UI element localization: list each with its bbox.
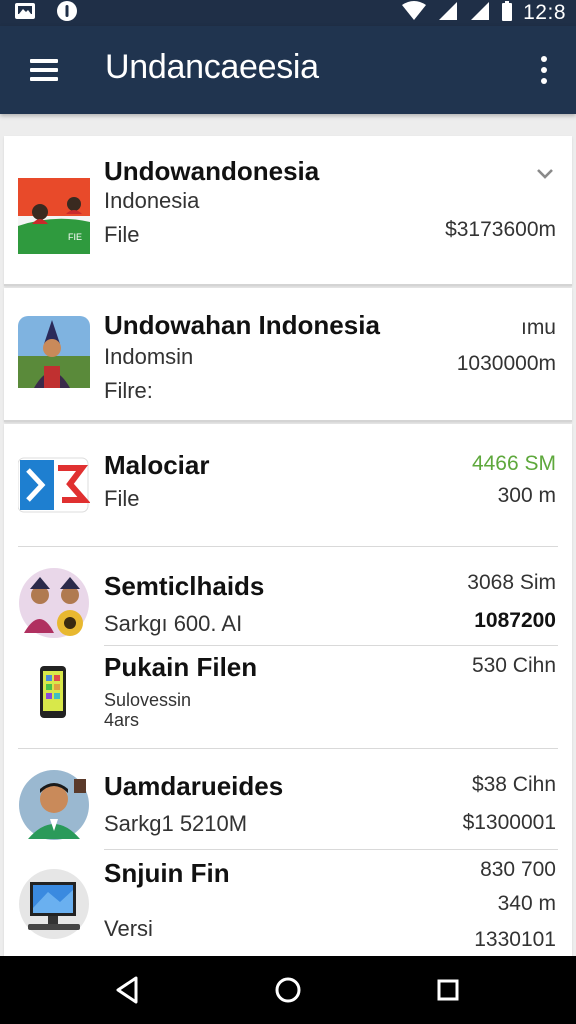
status-bar: 12:8	[0, 0, 576, 26]
item-title: Undowandonesia	[104, 156, 320, 186]
item-subtitle: Indonesia	[104, 188, 200, 213]
item-title: Malociar	[104, 450, 210, 480]
item-size: 1087200	[474, 609, 556, 632]
wifi-icon	[401, 0, 427, 26]
smartphone-thumbnail	[18, 664, 90, 736]
list-item[interactable]: Snjuin Fin Versi 830 700 340 m 1330101	[4, 850, 572, 956]
list-item[interactable]: Semticlhaids Sarkgı 600. AI 3068 Sim 108…	[4, 547, 572, 645]
item-subtitle: Sarkgı 600. AI	[104, 611, 243, 636]
list-card: Undowahan Indonesia Indomsin Filre: ımu …	[4, 288, 572, 422]
app-title: Undancaeesia	[105, 48, 319, 86]
item-size-label: ımu	[520, 316, 556, 339]
item-type: File	[104, 222, 140, 247]
list-item[interactable]: Uamdarueides Sarkg1 5210M $38 Cihn $1300…	[4, 749, 572, 849]
item-type: Filre:	[104, 378, 153, 403]
two-people-thumbnail	[18, 567, 90, 639]
signal-icon-2	[469, 1, 491, 26]
item-size: 1030000m	[456, 352, 556, 375]
desktop-computer-thumbnail	[18, 868, 90, 940]
item-size-label: 4466 SM	[471, 452, 556, 475]
item-title: Uamdarueides	[104, 771, 284, 801]
svg-text:FIE: FIE	[68, 232, 82, 242]
item-title: Snjuin Fin	[104, 858, 230, 888]
man-portrait-thumbnail	[18, 769, 90, 841]
item-subtitle: Sarkg1 5210M	[104, 811, 248, 836]
gallery-notification-icon	[14, 2, 36, 25]
item-size: 300 m	[497, 484, 556, 507]
item-detail: 1330101	[474, 928, 556, 951]
item-size: $1300001	[462, 811, 556, 834]
item-title: Semticlhaids	[104, 571, 265, 601]
info-notification-icon	[56, 0, 78, 27]
list-item[interactable]: Undowahan Indonesia Indomsin Filre: ımu …	[4, 288, 572, 420]
list-card: FIE Undowandonesia Indonesia File $31736…	[4, 136, 572, 286]
item-detail: 4ars	[104, 710, 140, 730]
item-size: $3173600m	[445, 218, 556, 241]
person-hat-thumbnail	[18, 316, 90, 388]
item-size-label: 830 700	[480, 858, 556, 881]
app-bar: Undancaeesia	[0, 26, 576, 114]
battery-icon	[501, 0, 513, 26]
list-item[interactable]: Pukain Filen Sulovessin 4ars 530 Cihn	[4, 646, 572, 748]
item-size: 530 Cihn	[471, 654, 556, 677]
item-subtitle: File	[104, 486, 140, 511]
item-title: Undowahan Indonesia	[104, 310, 380, 340]
status-time: 12:8	[523, 1, 566, 24]
signal-icon	[437, 1, 459, 26]
item-size-label: 3068 Sim	[467, 571, 556, 594]
item-subtitle: Indomsin	[104, 344, 194, 369]
overflow-menu-icon[interactable]	[534, 52, 554, 88]
indonesia-flag-thumbnail: FIE	[18, 178, 90, 254]
app-logo-thumbnail	[17, 454, 91, 526]
system-navigation-bar	[0, 956, 576, 1024]
item-subtitle: Versi	[104, 916, 153, 941]
list-item[interactable]: FIE Undowandonesia Indonesia File $31736…	[4, 136, 572, 284]
home-icon[interactable]	[268, 970, 308, 1010]
item-size-label: $38 Cihn	[471, 773, 556, 796]
list-card: Malociar File 4466 SM 300 m Semticlhaids…	[4, 424, 572, 956]
back-icon[interactable]	[108, 970, 148, 1010]
list-item[interactable]: Malociar File 4466 SM 300 m	[4, 424, 572, 546]
recent-apps-icon[interactable]	[428, 970, 468, 1010]
item-size: 340 m	[497, 892, 556, 915]
hamburger-menu-icon[interactable]	[28, 54, 60, 86]
item-subtitle: Sulovessin	[104, 690, 192, 710]
item-title: Pukain Filen	[104, 652, 258, 682]
chevron-down-icon[interactable]	[534, 166, 556, 182]
